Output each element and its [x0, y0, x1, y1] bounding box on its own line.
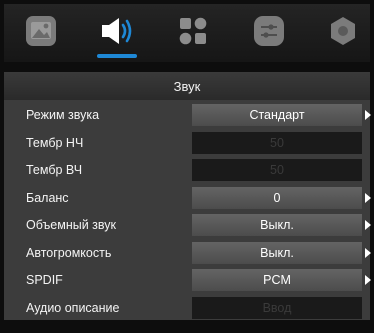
menu-row-label: Объемный звук: [26, 218, 116, 232]
menu-row-value: 50: [192, 159, 362, 181]
menu-row-value[interactable]: Выкл.: [192, 241, 362, 264]
menu-row-label: Тембр ВЧ: [26, 163, 83, 177]
menu-row-value: 50: [192, 131, 362, 154]
page-title: Звук: [4, 72, 370, 100]
menu-row-audio-description: Аудио описание Ввод: [4, 296, 370, 320]
menu-row-value[interactable]: Выкл.: [192, 214, 362, 236]
page-title-text: Звук: [173, 78, 201, 94]
menu-row-label: Аудио описание: [26, 300, 120, 315]
chevron-right-icon[interactable]: [365, 220, 371, 230]
picture-icon[interactable]: [24, 14, 58, 48]
menu-row-bass: Тембр НЧ 50: [4, 131, 370, 155]
menu-row-treble: Тембр ВЧ 50: [4, 158, 370, 182]
chevron-right-icon[interactable]: [365, 110, 371, 120]
sound-menu: Режим звука Стандарт Тембр НЧ 50 Тембр ВЧ 50 Б…: [4, 100, 371, 320]
menu-row-label: SPDIF: [26, 273, 63, 287]
lock-icon[interactable]: [326, 14, 360, 48]
top-tab-bar: [4, 4, 370, 62]
menu-row-spdif[interactable]: SPDIF PCM: [4, 268, 371, 292]
menu-row-auto-volume[interactable]: Автогромкость Выкл.: [4, 241, 371, 265]
menu-row-value[interactable]: Стандарт: [192, 104, 362, 126]
settings-icon[interactable]: [252, 14, 286, 48]
chevron-right-icon[interactable]: [365, 275, 371, 285]
apps-icon[interactable]: [176, 14, 210, 48]
chevron-right-icon[interactable]: [365, 192, 371, 203]
menu-row-label: Баланс: [26, 190, 69, 205]
menu-row-value[interactable]: PCM: [192, 269, 362, 291]
menu-row-surround[interactable]: Объемный звук Выкл.: [4, 213, 371, 237]
sound-icon[interactable]: [97, 14, 137, 58]
menu-row-value: Ввод: [192, 296, 362, 319]
menu-row-balance[interactable]: Баланс 0: [4, 186, 371, 210]
menu-row-label: Тембр НЧ: [26, 135, 84, 150]
menu-row-sound-mode[interactable]: Режим звука Стандарт: [4, 103, 371, 127]
menu-row-value[interactable]: 0: [192, 186, 362, 209]
chevron-right-icon[interactable]: [365, 247, 371, 258]
menu-row-label: Автогромкость: [26, 245, 112, 260]
menu-row-label: Режим звука: [26, 108, 100, 122]
